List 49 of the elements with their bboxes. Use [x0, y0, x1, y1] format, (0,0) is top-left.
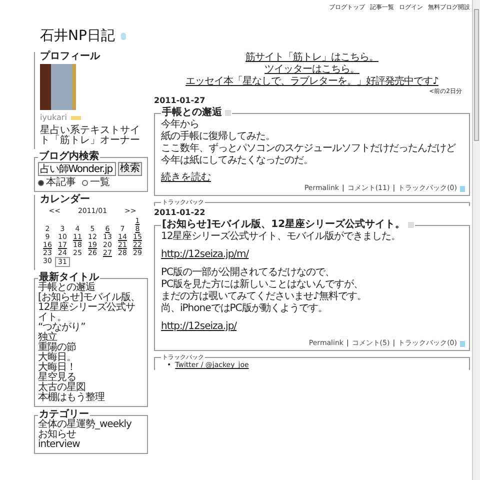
entry-title: 手帳との邂逅	[162, 107, 222, 119]
recent-title-link[interactable]: 大晦日。	[38, 353, 144, 363]
category-link[interactable]: 全体の星運勢_weekly	[38, 420, 144, 430]
radio-button[interactable]	[38, 180, 44, 186]
entry-paragraph: 尚、iPhoneではPC版が動くようです。	[161, 303, 328, 315]
entry-paragraph: 今年から	[161, 119, 200, 130]
read-more-link[interactable]: 続きを読む	[161, 172, 211, 184]
entry-date: 2011-01-27	[154, 96, 206, 106]
sidebar-heading: カレンダー	[40, 195, 91, 205]
entry-title: [お知らせ]モバイル版、12星座シリーズ公式サイト。	[162, 219, 406, 230]
entry-paragraph: PC版を見た方には新しいことはないんですが、	[161, 279, 364, 290]
photo-placeholder	[40, 64, 76, 110]
radio-button[interactable]	[82, 180, 88, 186]
sidebar-heading: プロフィール	[40, 52, 102, 62]
scrollbar-drawing[interactable]	[472, 0, 480, 480]
blog-title: 石井NP日記	[40, 28, 115, 44]
sidebar-heading: カテゴリー	[39, 410, 89, 420]
recent-title-link[interactable]: 太古の星図	[38, 383, 144, 393]
profile-description: 星占い系テキストサイト「筋トレ」オーナー	[40, 126, 141, 146]
radio-label: 本記事	[46, 178, 76, 188]
recent-title-link[interactable]: 星空見る	[38, 373, 144, 383]
entry-paragraph: 今年は紙にしてみたくなったのだ。	[161, 155, 314, 167]
sidebar-heading: 最新タイトル	[39, 273, 100, 283]
entry-paragraph: 紙の手帳に復帰してみた。	[161, 131, 276, 142]
notice-link[interactable]: 筋サイト「筋トレ」はこちら。	[246, 52, 378, 64]
notice-link[interactable]: エッセイ本「星なしで、ラブレターを。」好評発売中です♪	[186, 76, 438, 88]
badge-icon	[70, 116, 81, 120]
category-link[interactable]: お知らせ	[38, 430, 144, 440]
entry-paragraph: まだの方は覗いてみてくださいませ♪無料です。	[161, 291, 368, 302]
entry-date: 2011-01-22	[154, 208, 206, 218]
sidebar-heading: ブログ内検索	[38, 152, 100, 162]
search-field[interactable]: 占い師Wonder.jp	[38, 162, 116, 176]
entry-paragraph: 12星座シリーズ公式サイト、モバイル版ができました。	[161, 231, 402, 243]
radio-label: 一覧	[90, 178, 110, 188]
entry-link[interactable]: http://12seiza.jp/m/	[161, 249, 249, 260]
recent-title-link[interactable]: 本棚はもう整理	[38, 393, 144, 403]
category-link[interactable]: interview	[38, 440, 144, 450]
entry-paragraph: ここ数年、ずっとパソコンのスケジュールソフトだけだったんだけど	[161, 143, 457, 155]
search-button[interactable]: 検索	[118, 162, 142, 176]
notice-link[interactable]: ツイッターはこちら。	[264, 64, 360, 76]
recent-title-link[interactable]: 独立	[38, 333, 144, 343]
entry-link[interactable]: http://12seiza.jp/	[161, 321, 237, 332]
recent-title-link[interactable]: 手帳との邂逅	[38, 283, 144, 293]
recent-title-link[interactable]: 重陽の節	[38, 343, 144, 353]
recent-title-link[interactable]: [お知らせ]モバイル版、12星座シリーズ公式サイト。	[38, 293, 144, 323]
profile-name: iyukari	[40, 113, 67, 123]
recent-title-link[interactable]: “つながり”	[38, 323, 144, 333]
recent-title-link[interactable]: 大晦日！	[38, 363, 144, 373]
entry-paragraph: PC版の一部が公開されてるだけなので、	[161, 267, 336, 278]
